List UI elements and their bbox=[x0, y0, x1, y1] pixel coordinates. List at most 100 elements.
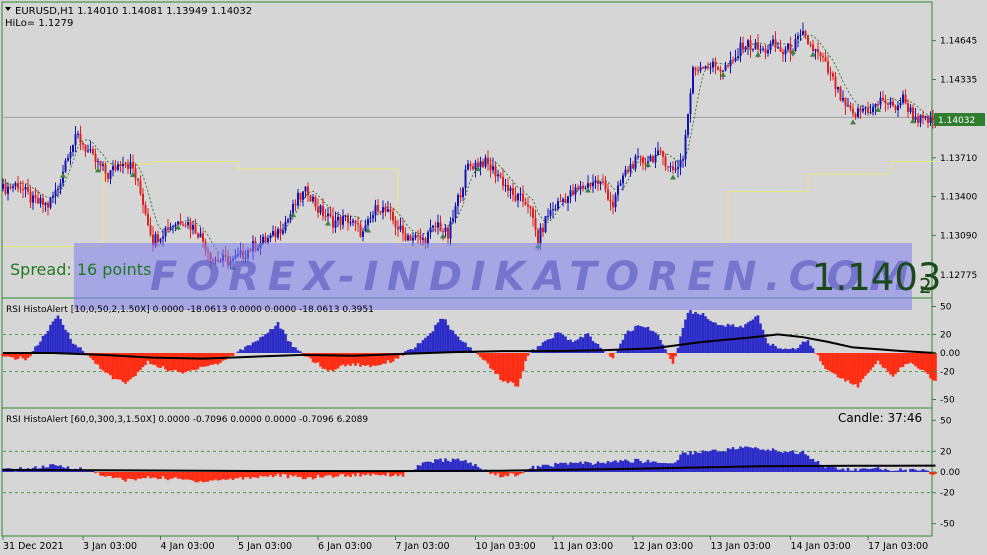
candle-body bbox=[727, 65, 729, 67]
signal-arrow-icon bbox=[850, 119, 856, 125]
trading-chart-window[interactable]: FOREX-INDIKATOREN.COM Spread: 16 points … bbox=[0, 0, 987, 555]
candles-layer bbox=[2, 22, 937, 270]
candle-body bbox=[362, 231, 364, 237]
candle-body bbox=[139, 180, 142, 194]
candle-body bbox=[754, 42, 757, 49]
candle-body bbox=[644, 163, 647, 165]
candle-body bbox=[202, 233, 204, 242]
candle-body bbox=[702, 67, 704, 69]
candle-body bbox=[172, 226, 174, 228]
candle-body bbox=[334, 220, 337, 228]
candle-body bbox=[77, 133, 79, 135]
candle-body bbox=[867, 108, 869, 113]
candle-body bbox=[442, 231, 444, 233]
candle-body bbox=[487, 157, 489, 165]
candle-body bbox=[549, 210, 552, 216]
candle-body bbox=[877, 104, 879, 106]
candle-body bbox=[437, 222, 439, 227]
candle-body bbox=[649, 156, 652, 162]
candle-body bbox=[639, 156, 642, 158]
candle-body bbox=[384, 207, 387, 212]
price-tick-label: 1.13710 bbox=[940, 154, 977, 164]
candle-body bbox=[812, 44, 814, 52]
candle-body bbox=[862, 108, 864, 112]
candle-body bbox=[267, 238, 269, 243]
candle-body bbox=[572, 190, 574, 195]
candle-body bbox=[539, 227, 542, 244]
candle-body bbox=[834, 76, 837, 90]
candle-body bbox=[22, 189, 24, 191]
candle-body bbox=[269, 235, 272, 239]
candle-body bbox=[637, 156, 639, 158]
candle-body bbox=[19, 188, 22, 190]
candle-body bbox=[512, 188, 514, 195]
candle-body bbox=[669, 166, 672, 168]
candle-body bbox=[824, 57, 827, 62]
candle-body bbox=[469, 163, 472, 167]
candle-body bbox=[9, 186, 12, 189]
chart-canvas[interactable]: FOREX-INDIKATOREN.COM Spread: 16 points … bbox=[0, 0, 987, 555]
candle-body bbox=[537, 229, 539, 244]
candle-body bbox=[882, 97, 884, 101]
candle-body bbox=[357, 223, 359, 225]
candle-body bbox=[337, 216, 339, 221]
candle-body bbox=[889, 101, 892, 105]
candle-body bbox=[809, 44, 812, 46]
candle-body bbox=[847, 105, 849, 107]
candle-body bbox=[327, 213, 329, 217]
candle-body bbox=[369, 218, 372, 220]
candle-body bbox=[114, 166, 117, 170]
pane-dropdown-icon[interactable] bbox=[5, 7, 11, 11]
candle-body bbox=[709, 67, 712, 69]
candle-body bbox=[169, 226, 172, 230]
candle-body bbox=[467, 163, 469, 170]
candle-body bbox=[612, 201, 614, 208]
candle-body bbox=[704, 66, 707, 69]
candle-body bbox=[887, 103, 889, 105]
candle-body bbox=[757, 42, 759, 50]
candle-body bbox=[302, 191, 304, 200]
price-tick-label: 1.14645 bbox=[940, 37, 977, 47]
candle-body bbox=[109, 170, 112, 179]
candle-body bbox=[489, 164, 492, 171]
candle-body bbox=[42, 198, 44, 205]
candle-body bbox=[832, 73, 834, 77]
candle-body bbox=[454, 205, 457, 219]
indicator-tick-label: -50 bbox=[940, 520, 955, 530]
candle-body bbox=[319, 205, 322, 213]
candle-body bbox=[262, 236, 264, 243]
price-tick-label: 1.13400 bbox=[940, 193, 977, 203]
candle-body bbox=[909, 107, 912, 112]
indicator-tick-label: 50 bbox=[940, 416, 952, 426]
candle-body bbox=[132, 162, 134, 169]
candle-body bbox=[27, 186, 29, 192]
candle-body bbox=[4, 183, 7, 194]
time-label: 6 Jan 03:00 bbox=[318, 541, 372, 552]
candle-body bbox=[782, 51, 784, 55]
candle-body bbox=[422, 238, 424, 240]
candle-body bbox=[504, 185, 507, 187]
candle-body bbox=[814, 49, 817, 52]
candle-body bbox=[399, 225, 402, 230]
candle-body bbox=[299, 192, 302, 200]
candle-body bbox=[894, 105, 897, 111]
candle-body bbox=[759, 49, 762, 51]
candle-body bbox=[49, 197, 52, 208]
time-label: 14 Jan 03:00 bbox=[791, 541, 851, 552]
histo1-layer bbox=[1, 310, 937, 388]
candle-body bbox=[274, 231, 277, 238]
candle-body bbox=[859, 108, 862, 112]
candle-body bbox=[587, 183, 589, 188]
time-label: 3 Jan 03:00 bbox=[83, 541, 137, 552]
candle-body bbox=[402, 225, 404, 234]
candle-body bbox=[609, 199, 612, 202]
signal-arrow-icon bbox=[325, 220, 331, 226]
candle-body bbox=[307, 186, 309, 196]
candle-body bbox=[264, 236, 267, 243]
candle-body bbox=[359, 224, 362, 237]
candle-body bbox=[452, 218, 454, 222]
candle-body bbox=[597, 180, 599, 185]
trail-line bbox=[2, 34, 934, 257]
candle-body bbox=[569, 190, 572, 197]
candle-body bbox=[404, 233, 407, 241]
